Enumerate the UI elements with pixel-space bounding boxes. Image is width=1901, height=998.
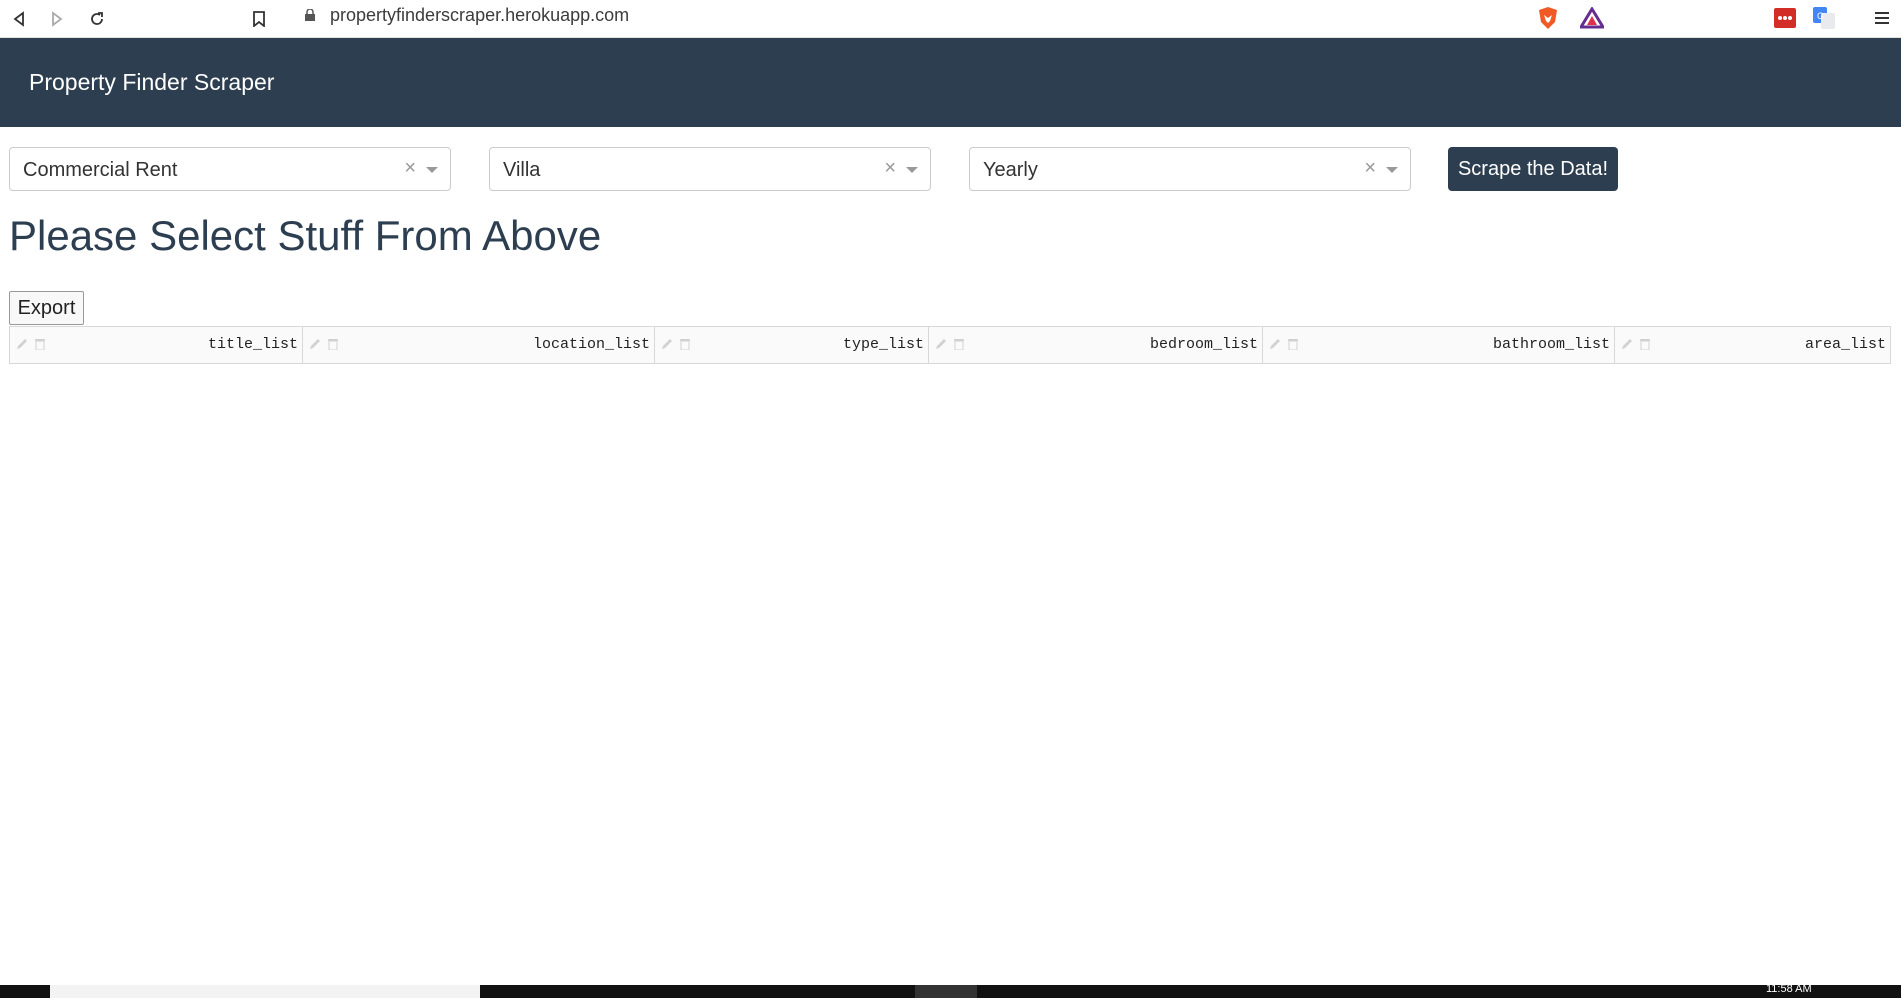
select-value: Yearly (983, 159, 1038, 181)
column-label: title_list (207, 336, 298, 353)
taskbar-clock: 11:58 AM (1766, 983, 1812, 995)
trash-icon[interactable] (1639, 338, 1651, 350)
select-value: Villa (503, 159, 541, 181)
trash-icon[interactable] (327, 338, 339, 350)
address-bar[interactable]: propertyfinderscraper.herokuapp.com (290, 0, 1612, 30)
browser-toolbar: propertyfinderscraper.herokuapp.com G (0, 0, 1901, 38)
clear-icon[interactable]: × (404, 157, 416, 180)
trash-icon[interactable] (34, 338, 46, 350)
category-select[interactable]: Commercial Rent × (9, 147, 451, 191)
svg-text:G: G (1817, 11, 1824, 21)
translate-icon[interactable]: G (1810, 4, 1838, 32)
column-header[interactable]: title_list (10, 327, 303, 363)
reload-icon[interactable] (82, 4, 112, 34)
pencil-icon[interactable] (1269, 338, 1281, 350)
menu-icon[interactable] (1868, 4, 1896, 32)
column-label: location_list (532, 336, 650, 353)
scrape-button[interactable]: Scrape the Data! (1448, 147, 1618, 191)
pencil-icon[interactable] (309, 338, 321, 350)
trash-icon[interactable] (679, 338, 691, 350)
lock-icon (305, 9, 315, 21)
select-value: Commercial Rent (23, 159, 178, 181)
export-button[interactable]: Export (9, 291, 84, 325)
trash-icon[interactable] (953, 338, 965, 350)
taskbar-active-app[interactable] (915, 985, 977, 998)
app-title[interactable]: Property Finder Scraper (29, 69, 274, 96)
brave-rewards-icon[interactable] (1578, 4, 1606, 32)
taskbar-search[interactable] (50, 985, 480, 998)
clear-icon[interactable]: × (884, 157, 896, 180)
os-taskbar: 11:58 AM (0, 983, 1901, 998)
pencil-icon[interactable] (16, 338, 28, 350)
bookmark-icon[interactable] (244, 4, 274, 34)
page-heading: Please Select Stuff From Above (9, 212, 602, 259)
chevron-down-icon[interactable] (426, 167, 438, 173)
trash-icon[interactable] (1287, 338, 1299, 350)
lastpass-icon[interactable] (1771, 4, 1799, 32)
column-label: bedroom_list (1149, 336, 1258, 353)
forward-icon[interactable] (42, 4, 72, 34)
chevron-down-icon[interactable] (906, 167, 918, 173)
column-label: type_list (842, 336, 924, 353)
pencil-icon[interactable] (935, 338, 947, 350)
brave-shield-icon[interactable] (1534, 4, 1562, 32)
back-icon[interactable] (4, 4, 34, 34)
column-label: area_list (1804, 336, 1886, 353)
column-header[interactable]: location_list (303, 327, 655, 363)
column-header[interactable]: bathroom_list (1263, 327, 1615, 363)
pencil-icon[interactable] (661, 338, 673, 350)
url-text: propertyfinderscraper.herokuapp.com (330, 4, 630, 25)
app-navbar: Property Finder Scraper (0, 38, 1901, 127)
rent-period-select[interactable]: Yearly × (969, 147, 1411, 191)
pencil-icon[interactable] (1621, 338, 1633, 350)
column-header[interactable]: type_list (655, 327, 929, 363)
column-header[interactable]: bedroom_list (929, 327, 1263, 363)
clear-icon[interactable]: × (1364, 157, 1376, 180)
column-header[interactable]: area_list (1615, 327, 1890, 363)
data-table-header: title_list location_list type_list bedro… (9, 326, 1891, 364)
property-type-select[interactable]: Villa × (489, 147, 931, 191)
column-label: bathroom_list (1492, 336, 1610, 353)
chevron-down-icon[interactable] (1386, 167, 1398, 173)
